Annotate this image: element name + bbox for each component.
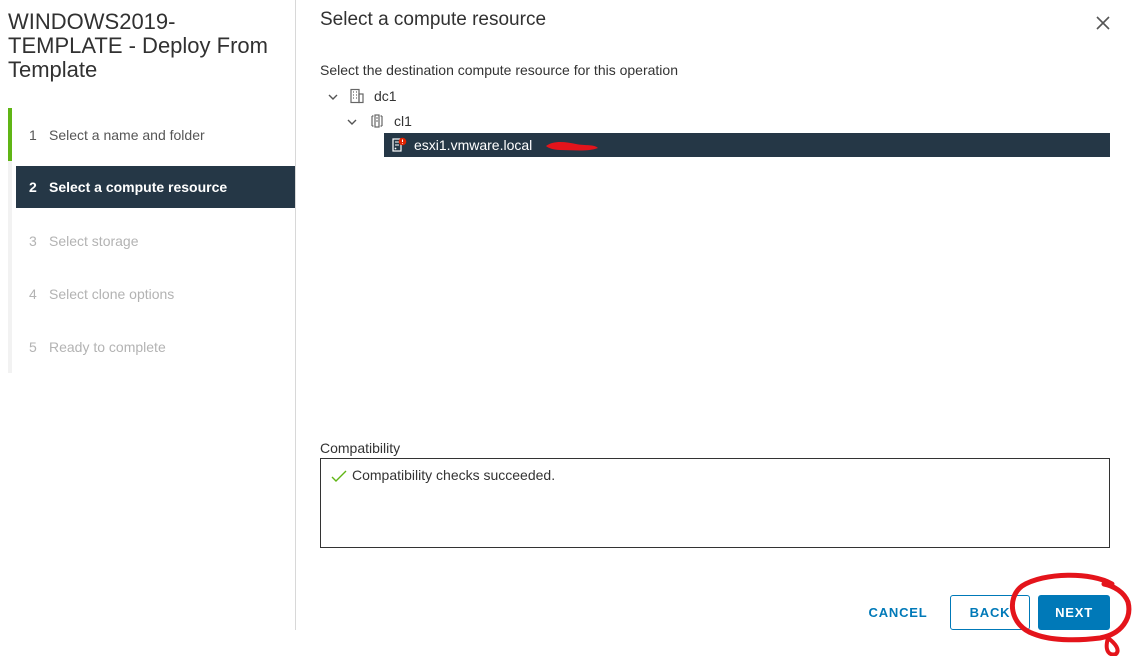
tree-node-cluster[interactable]: cl1 bbox=[320, 109, 1110, 134]
datacenter-icon bbox=[350, 88, 364, 104]
next-button[interactable]: NEXT bbox=[1038, 595, 1110, 630]
tree-node-datacenter[interactable]: dc1 bbox=[320, 84, 1110, 109]
host-warning-icon bbox=[392, 137, 407, 152]
tree-node-label: dc1 bbox=[374, 88, 397, 104]
step-3: 3 Select storage bbox=[8, 214, 296, 267]
back-button[interactable]: BACK bbox=[950, 595, 1030, 630]
step-number: 2 bbox=[29, 179, 37, 195]
step-label: Select a compute resource bbox=[49, 179, 228, 195]
wizard-title: WINDOWS2019-TEMPLATE - Deploy From Templ… bbox=[8, 9, 268, 82]
instruction-text: Select the destination compute resource … bbox=[320, 62, 678, 78]
cluster-icon bbox=[371, 114, 383, 128]
step-1[interactable]: 1 Select a name and folder bbox=[8, 108, 296, 161]
step-number: 4 bbox=[29, 285, 37, 302]
tree-node-host-selected[interactable]: esxi1.vmware.local bbox=[384, 133, 1110, 157]
page-title: Select a compute resource bbox=[320, 9, 547, 30]
chevron-down-icon[interactable] bbox=[327, 91, 339, 103]
compatibility-panel: Compatibility checks succeeded. bbox=[320, 458, 1110, 548]
step-label: Select storage bbox=[49, 232, 139, 249]
step-2[interactable]: 2 Select a compute resource bbox=[16, 166, 295, 208]
step-number: 5 bbox=[29, 338, 37, 355]
wizard-content: Select a compute resource Select the des… bbox=[296, 0, 1133, 656]
tree-node-label: cl1 bbox=[394, 113, 412, 129]
step-5: 5 Ready to complete bbox=[8, 320, 296, 373]
chevron-down-icon[interactable] bbox=[346, 116, 358, 128]
step-number: 1 bbox=[29, 126, 37, 143]
step-4: 4 Select clone options bbox=[8, 267, 296, 320]
cancel-button[interactable]: CANCEL bbox=[860, 595, 936, 630]
tree-node-label: esxi1.vmware.local bbox=[414, 137, 533, 153]
check-icon bbox=[331, 470, 347, 482]
step-number: 3 bbox=[29, 232, 37, 249]
step-label: Select clone options bbox=[49, 285, 175, 302]
compatibility-message: Compatibility checks succeeded. bbox=[352, 467, 556, 483]
step-label: Select a name and folder bbox=[49, 126, 205, 143]
wizard-steps: 1 Select a name and folder 2 Select a co… bbox=[8, 108, 296, 373]
wizard-sidebar: WINDOWS2019-TEMPLATE - Deploy From Templ… bbox=[0, 0, 296, 630]
compatibility-label: Compatibility bbox=[320, 440, 401, 456]
step-label: Ready to complete bbox=[49, 338, 166, 355]
close-icon[interactable] bbox=[1094, 14, 1112, 32]
